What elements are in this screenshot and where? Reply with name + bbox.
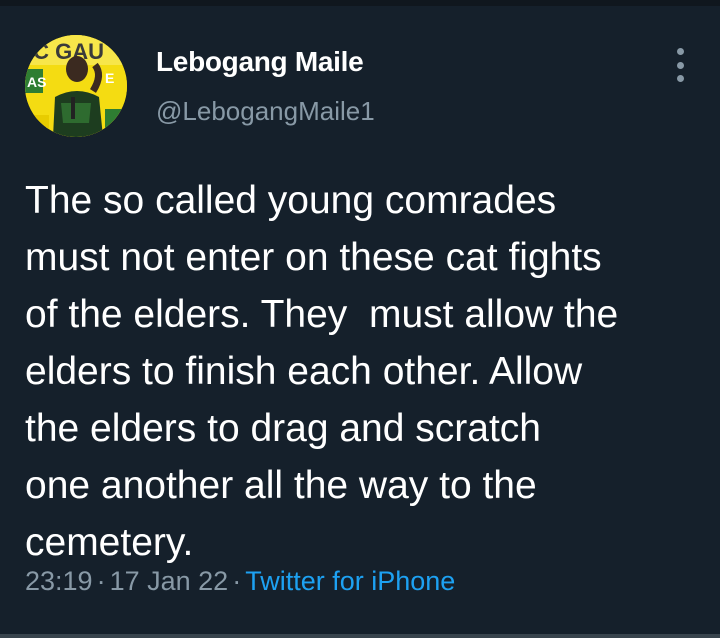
tweet-meta: 23:19 · 17 Jan 22 · Twitter for iPhone [25, 566, 455, 597]
meta-separator: · [232, 566, 242, 596]
avatar[interactable]: IC GAU E AS [25, 35, 127, 137]
tweet-text: The so called young comrades must not en… [25, 172, 705, 571]
tweet-text-line: one another all the way to the [25, 464, 537, 507]
meta-separator: · [96, 566, 106, 596]
author-handle[interactable]: @LebogangMaile1 [156, 96, 375, 127]
tweet-time: 23:19 [25, 566, 93, 596]
more-vertical-icon[interactable] [668, 48, 692, 82]
avatar-photo: IC GAU E AS [25, 35, 127, 137]
tweet-text-line: must not enter on these cat fights [25, 236, 602, 279]
tweet-text-line: of the elders. They must allow the [25, 293, 619, 336]
tweet-source-link[interactable]: Twitter for iPhone [245, 566, 455, 596]
author-display-name[interactable]: Lebogang Maile [156, 46, 364, 78]
tweet-date[interactable]: 17 Jan 22 [110, 566, 229, 596]
top-divider [0, 0, 720, 6]
svg-text:AS: AS [27, 74, 46, 90]
bottom-divider [0, 634, 720, 638]
svg-text:E: E [105, 70, 114, 86]
dot [676, 61, 684, 69]
dot [676, 75, 684, 82]
avatar-sign-text: IC GAU [27, 39, 104, 64]
tweet-text-line: The so called young comrades [25, 179, 557, 222]
tweet-text-line: the elders to drag and scratch [25, 407, 541, 450]
dot [676, 48, 684, 55]
tweet-text-line: cemetery. [25, 521, 194, 564]
tweet-text-line: elders to finish each other. Allow [25, 350, 583, 393]
